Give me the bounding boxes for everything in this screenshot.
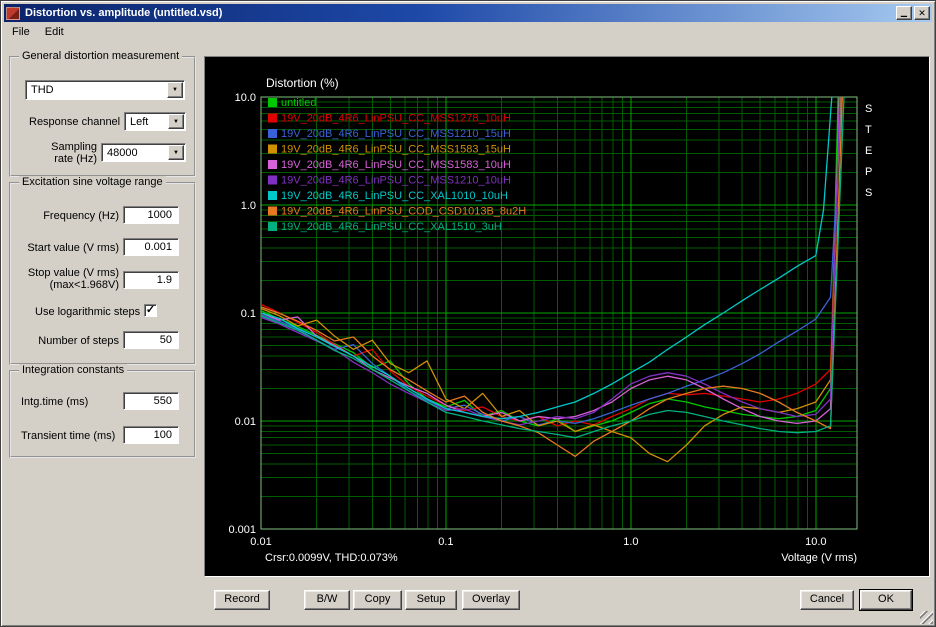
response-channel-select[interactable]: Left ▼ [124,112,186,131]
y-tick-label: 0.01 [235,416,256,428]
legend-label: 19V_20dB_4R6_LinPSU_CC_MSS1278_10uH [281,113,511,125]
measurement-type-value[interactable]: THD [27,82,167,98]
legend-swatch [268,222,277,231]
x-axis-label: Voltage (V rms) [781,552,857,564]
y-tick-label: 1.0 [241,200,256,212]
minimize-button[interactable]: ▁ [896,6,912,20]
ok-button[interactable]: OK [860,590,912,610]
x-tick-label: 0.1 [438,536,453,548]
legend-label: 19V_20dB_4R6_LinPSU_CC_MSS1583_10uH [281,159,511,171]
chevron-down-icon[interactable]: ▼ [168,145,184,160]
copy-button[interactable]: Copy [353,590,402,610]
setup-button[interactable]: Setup [405,590,457,610]
number-of-steps-input[interactable] [123,331,179,349]
frequency-label: Frequency (Hz) [43,210,119,222]
group-general-title: General distortion measurement [19,50,183,62]
stop-value-input[interactable] [123,271,179,289]
chevron-down-icon[interactable]: ▼ [168,114,184,129]
chart-area[interactable]: Distortion (%) untitled 19V_20dB_4R6_LinPS… [204,56,930,577]
chevron-down-icon: ▼ [173,118,179,125]
y-tick-label: 0.1 [241,308,256,320]
intg-time-input[interactable] [123,392,179,410]
legend-swatch [268,175,277,185]
group-integration-title: Integration constants [19,364,128,376]
group-excitation: Excitation sine voltage range Frequency … [9,176,196,365]
legend-swatch [268,144,277,154]
legend-swatch [268,160,277,169]
legend-swatch [268,206,277,216]
transient-time-input[interactable] [123,426,179,444]
legend-swatch [268,113,277,123]
transient-time-label: Transient time (ms) [21,430,116,442]
side-label-letter: E [865,145,872,157]
legend-label: 19V_20dB_4R6_LinPSU_CC_XAL1510_3uH [281,221,502,233]
stop-value-note: (max<1.968V) [49,279,119,291]
chart-title: Distortion (%) [266,76,339,90]
x-tick-label: 0.01 [250,536,271,548]
legend-label: 19V_20dB_4R6_LinPSU_CC_MSS1210_10uH [281,175,511,187]
titlebar[interactable]: Distortion vs. amplitude (untitled.vsd) … [4,4,932,22]
minimize-icon: ▁ [900,8,908,17]
resize-grip[interactable] [920,611,933,624]
legend-swatch [268,98,277,107]
sampling-rate-select[interactable]: 48000 ▼ [101,143,186,162]
response-channel-value[interactable]: Left [126,114,168,129]
y-tick-label: 10.0 [235,92,256,104]
measurement-type-select[interactable]: THD ▼ [25,80,185,100]
bw-button[interactable]: B/W [304,590,350,610]
intg-time-label: Intg.time (ms) [21,396,89,408]
check-icon: ✓ [145,304,156,316]
chevron-down-icon: ▼ [173,149,179,156]
x-tick-label: 1.0 [623,536,638,548]
legend-swatch [268,129,277,138]
menubar: File Edit [5,24,72,42]
menu-item-edit[interactable]: Edit [38,24,72,42]
measurement-type-dropdown-button[interactable]: ▼ [167,82,183,98]
cursor-readout: Crsr:0.0099V, THD:0.073% [265,552,398,564]
sampling-rate-label: Sampling rate (Hz) [51,141,97,165]
group-excitation-title: Excitation sine voltage range [19,176,166,188]
side-label-letter: T [865,124,872,136]
group-integration: Integration constants Intg.time (ms) Tra… [9,364,196,458]
legend-label: 19V_20dB_4R6_LinPSU_CC_MSS1210_15uH [281,128,511,140]
x-tick-label: 10.0 [805,536,826,548]
close-icon: ✕ [918,7,926,18]
close-button[interactable]: ✕ [914,6,930,20]
side-label-letter: P [865,166,872,178]
side-label-letter: S [865,187,872,199]
app-icon[interactable] [6,6,20,20]
chevron-down-icon: ▼ [172,87,178,93]
response-channel-label: Response channel [29,116,121,128]
log-steps-label: Use logarithmic steps [35,306,141,318]
frequency-input[interactable] [123,206,179,224]
legend-label: 19V_20dB_4R6_LinPSU_CC_MSS1583_15uH [281,144,511,156]
legend-label: 19V_20dB_4R6_LinPSU_COD_CSD1013B_8u2H [281,206,526,218]
menu-item-file[interactable]: File [5,24,38,42]
legend-label: 19V_20dB_4R6_LinPSU_CC_XAL1010_10uH [281,190,508,202]
y-tick-label: 0.001 [228,524,256,536]
overlay-button[interactable]: Overlay [462,590,520,610]
number-of-steps-label: Number of steps [38,335,119,347]
stop-value-label: Stop value (V rms) [27,267,119,279]
log-steps-checkbox[interactable]: ✓ [144,304,157,317]
cancel-button[interactable]: Cancel [800,590,854,610]
legend-label: untitled [281,97,316,109]
start-value-label: Start value (V rms) [27,242,119,254]
window-title: Distortion vs. amplitude (untitled.vsd) [25,7,223,19]
distortion-chart[interactable]: Distortion (%) untitled 19V_20dB_4R6_LinPS… [205,57,929,576]
start-value-input[interactable] [123,238,179,256]
record-button[interactable]: Record [214,590,270,610]
legend-swatch [268,191,277,200]
side-label-letter: S [865,103,872,115]
app-window: Distortion vs. amplitude (untitled.vsd) … [0,0,936,627]
sampling-rate-value[interactable]: 48000 [103,145,168,160]
group-general-distortion: General distortion measurement THD ▼ Res… [9,50,196,177]
